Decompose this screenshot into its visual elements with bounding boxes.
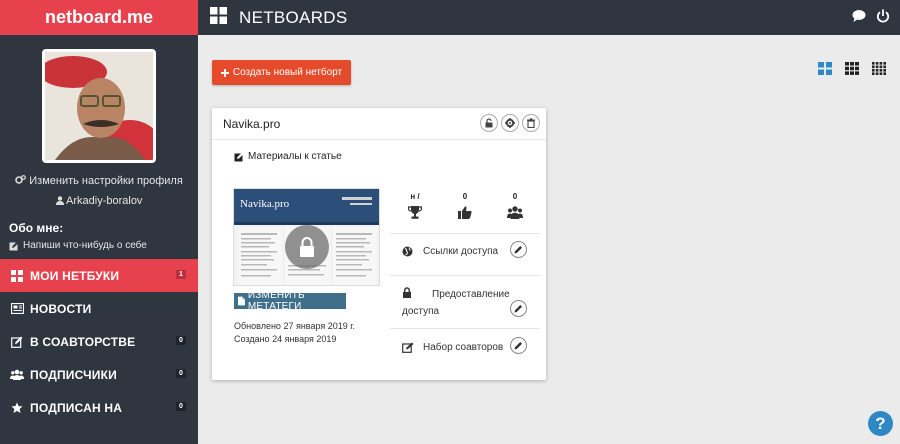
sidebar-item-label: ПОДПИСАН НА xyxy=(30,400,123,415)
unlock-button[interactable] xyxy=(480,114,498,132)
view-large-grid-icon[interactable] xyxy=(818,62,832,80)
plus-icon xyxy=(220,68,229,77)
sidebar-item-following[interactable]: ПОДПИСАН НА 0 xyxy=(0,391,198,424)
netboard-card[interactable]: Navika.pro Материалы к статье Navika.pro… xyxy=(212,108,546,380)
divider xyxy=(390,233,540,234)
user-icon xyxy=(55,196,64,205)
pencil-icon xyxy=(514,246,522,254)
edit-square-icon xyxy=(9,241,19,250)
pencil-icon xyxy=(514,342,522,350)
stat-value: 0 xyxy=(462,192,468,201)
view-size-toggles xyxy=(818,62,886,80)
stat-likes: 0 xyxy=(440,192,490,219)
help-button[interactable]: ? xyxy=(868,411,893,436)
users-icon xyxy=(10,368,24,382)
card-header: Navika.pro xyxy=(212,108,546,140)
about-title: Обо мне: xyxy=(9,221,64,235)
help-icon: ? xyxy=(875,413,886,433)
trash-icon xyxy=(527,118,535,128)
globe-icon xyxy=(402,246,413,256)
username-label: Arkadiy-boralov xyxy=(66,195,143,207)
create-netboard-label: Создать новый нетборт xyxy=(232,67,343,78)
power-icon[interactable] xyxy=(876,9,890,28)
card-stats: н / 0 0 xyxy=(390,192,540,219)
pencil-icon xyxy=(514,305,522,313)
count-badge: 0 xyxy=(176,336,186,345)
card-dates: Обновлено 27 января 2019 г. Создано 24 я… xyxy=(234,320,355,346)
access-grant-label[interactable]: Предоставление доступа xyxy=(402,286,512,320)
thumbs-up-icon[interactable] xyxy=(440,206,490,219)
sidebar-item-subscribers[interactable]: ПОДПИСЧИКИ 0 xyxy=(0,358,198,391)
header-actions xyxy=(852,9,890,28)
stat-value: 0 xyxy=(512,192,518,201)
edit-access-links-button[interactable] xyxy=(510,241,527,258)
count-badge: 0 xyxy=(176,369,186,378)
updated-date: Обновлено 27 января 2019 г. xyxy=(234,321,355,331)
grid-icon xyxy=(210,6,227,29)
netboard-thumbnail[interactable]: Navika.pro xyxy=(233,188,380,286)
edit-metatags-button[interactable]: ИЗМЕНИТЬ МЕТАТЕГИ xyxy=(234,290,346,312)
star-icon xyxy=(10,401,24,415)
divider xyxy=(390,275,540,276)
sidebar-item-my-netbooks[interactable]: МОИ НЕТБУКИ 1 xyxy=(0,259,198,292)
card-title[interactable]: Navika.pro xyxy=(223,117,280,131)
gear-icon xyxy=(505,118,515,128)
edit-coauthors-button[interactable] xyxy=(510,337,527,354)
divider xyxy=(390,328,540,329)
newspaper-icon xyxy=(10,302,24,316)
edit-icon xyxy=(402,342,414,353)
count-badge: 0 xyxy=(176,402,186,411)
card-tools xyxy=(480,114,540,132)
stat-rating: н / xyxy=(390,192,440,219)
profile-username[interactable]: Arkadiy-boralov xyxy=(0,195,198,207)
sidebar-item-news[interactable]: НОВОСТИ xyxy=(0,292,198,325)
card-description: Материалы к статье xyxy=(234,151,342,162)
edit-icon xyxy=(10,335,24,349)
gears-icon xyxy=(15,175,27,184)
grid-icon xyxy=(10,269,24,283)
view-small-grid-icon[interactable] xyxy=(872,62,886,80)
sidebar-item-label: МОИ НЕТБУКИ xyxy=(30,268,120,283)
sidebar-item-label: ПОДПИСЧИКИ xyxy=(30,367,117,382)
about-edit-link[interactable]: Напиши что-нибудь о себе xyxy=(9,240,198,251)
access-links-label[interactable]: Ссылки доступа xyxy=(423,246,498,257)
chat-icon[interactable] xyxy=(852,9,866,28)
stat-followers: 0 xyxy=(490,192,540,219)
edit-metatags-label: ИЗМЕНИТЬ МЕТАТЕГИ xyxy=(247,290,305,312)
sidebar-item-coauthored[interactable]: В СОАВТОРСТВЕ 0 xyxy=(0,325,198,358)
count-badge: 1 xyxy=(176,270,186,279)
avatar[interactable] xyxy=(42,49,156,163)
edit-square-icon xyxy=(234,152,244,161)
top-header: NETBOARDS xyxy=(198,0,900,35)
sidebar-nav: МОИ НЕТБУКИ 1 НОВОСТИ В СОАВТОРСТВЕ 0 ПО… xyxy=(0,259,198,424)
file-icon xyxy=(238,296,245,306)
users-icon xyxy=(490,206,540,219)
card-description-text: Материалы к статье xyxy=(248,151,342,162)
settings-button[interactable] xyxy=(501,114,519,132)
view-medium-grid-icon[interactable] xyxy=(845,62,859,80)
coauthors-label[interactable]: Набор соавторов xyxy=(423,342,503,353)
trophy-icon xyxy=(390,206,440,219)
thumbnail-site-title: Navika.pro xyxy=(240,198,290,210)
edit-access-grant-button[interactable] xyxy=(510,300,527,317)
sidebar-item-label: НОВОСТИ xyxy=(30,301,92,316)
create-netboard-button[interactable]: Создать новый нетборт xyxy=(212,60,351,85)
sidebar-item-label: В СОАВТОРСТВЕ xyxy=(30,334,136,349)
delete-button[interactable] xyxy=(522,114,540,132)
page-title: NETBOARDS xyxy=(239,7,348,27)
brand-logo[interactable]: netboard.me xyxy=(0,0,198,35)
profile-settings-label: Изменить настройки профиля xyxy=(29,175,183,187)
sidebar: netboard.me Изменить настройки профиля A… xyxy=(0,0,198,444)
unlock-icon xyxy=(485,118,493,128)
created-date: Создано 24 января 2019 xyxy=(234,334,337,344)
about-text-label: Напиши что-нибудь о себе xyxy=(23,240,147,251)
profile-settings-link[interactable]: Изменить настройки профиля xyxy=(0,175,198,187)
stat-value: н / xyxy=(410,192,420,201)
